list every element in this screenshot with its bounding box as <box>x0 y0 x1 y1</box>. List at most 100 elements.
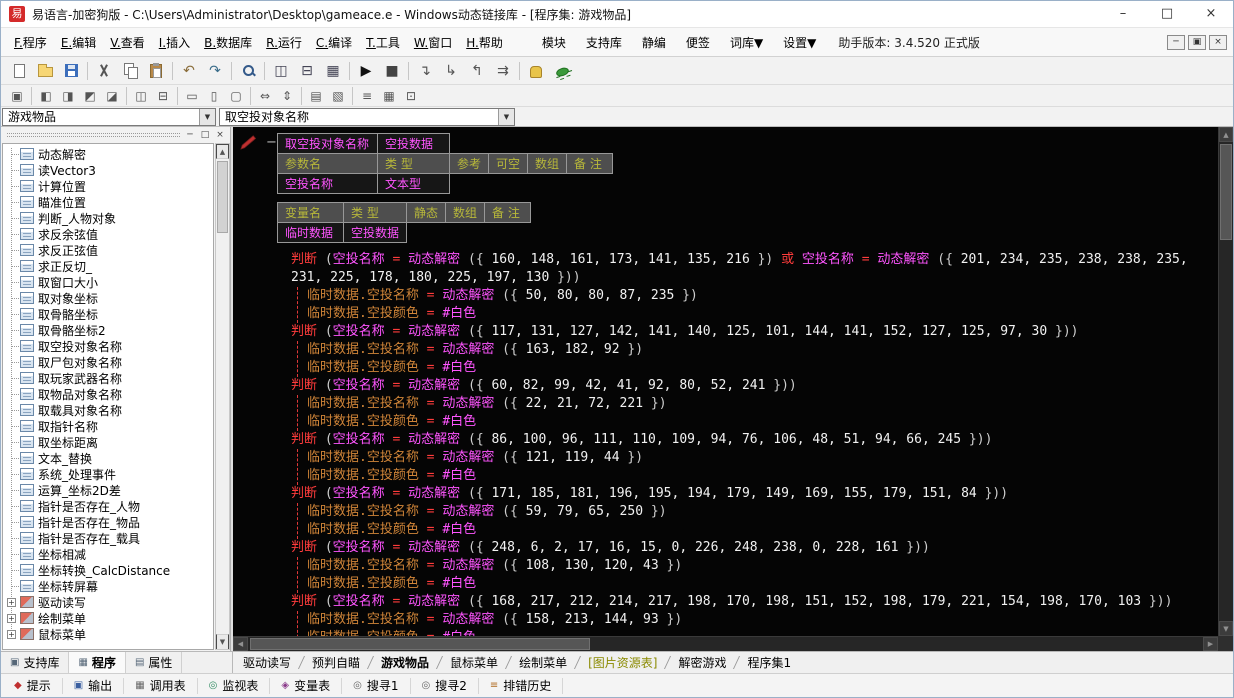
scroll-thumb[interactable] <box>250 638 590 650</box>
tree-item[interactable]: 取对象坐标 <box>5 290 213 306</box>
tree-item[interactable]: 坐标转屏幕 <box>5 578 213 594</box>
menu-item[interactable]: F.程序 <box>7 30 54 55</box>
code-line[interactable]: 临时数据.空投颜色 = #白色 <box>307 467 1214 485</box>
tree-item[interactable]: 坐标转换_CalcDistance <box>5 562 213 578</box>
tree-item[interactable]: 取载具对象名称 <box>5 402 213 418</box>
tree-item[interactable]: 运算_坐标2D差 <box>5 482 213 498</box>
scroll-down-button[interactable]: ▼ <box>216 634 229 649</box>
expand-icon[interactable]: + <box>7 614 16 623</box>
tree-item[interactable]: 计算位置 <box>5 178 213 194</box>
code-line[interactable]: 判断 (空投名称 = 动态解密 ({ 168, 217, 212, 214, 2… <box>277 593 1214 611</box>
stop-button[interactable]: ■ <box>379 59 405 83</box>
code-line[interactable]: 临时数据.空投颜色 = #白色 <box>307 629 1214 636</box>
tree-group[interactable]: +绘制菜单 <box>5 610 213 626</box>
code-tab[interactable]: 游戏物品 <box>371 652 439 673</box>
code-tab[interactable]: [图片资源表] <box>578 652 667 673</box>
scroll-left-button[interactable]: ◀ <box>233 637 248 651</box>
menu-item[interactable]: I.插入 <box>152 30 197 55</box>
tree-scrollbar[interactable]: ▲ ▼ <box>215 143 230 650</box>
code-line[interactable]: 临时数据.空投颜色 = #白色 <box>307 413 1214 431</box>
table-cell[interactable]: 备 注 <box>485 203 531 223</box>
table-cell[interactable]: 参数名 <box>278 154 378 174</box>
table-cell[interactable]: 静态 <box>407 203 446 223</box>
menu-item[interactable]: B.数据库 <box>197 30 259 55</box>
code-line[interactable]: 临时数据.空投名称 = 动态解密 ({ 50, 80, 80, 87, 235 … <box>307 287 1214 305</box>
scroll-down-button[interactable]: ▼ <box>1219 621 1233 636</box>
form-designer-button[interactable]: ▣ <box>6 86 28 105</box>
same-width-button[interactable]: ▭ <box>181 86 203 105</box>
editor-hscrollbar[interactable]: ◀ ▶ <box>233 636 1218 651</box>
code-line[interactable]: 判断 (空投名称 = 动态解密 ({ 86, 100, 96, 111, 110… <box>277 431 1214 449</box>
table-cell[interactable]: 类 型 <box>378 154 450 174</box>
code-line[interactable]: 判断 (空投名称 = 动态解密 ({ 160, 148, 161, 173, 1… <box>277 251 1214 287</box>
child-restore-button[interactable]: ▣ <box>1188 35 1206 50</box>
scroll-right-button[interactable]: ▶ <box>1203 637 1218 651</box>
open-file-button[interactable] <box>32 59 58 83</box>
find-button[interactable] <box>235 59 261 83</box>
code-line[interactable]: 临时数据.空投颜色 = #白色 <box>307 575 1214 593</box>
save-button[interactable] <box>58 59 84 83</box>
scroll-up-button[interactable]: ▲ <box>1219 127 1233 142</box>
tree-item[interactable]: 动态解密 <box>5 146 213 162</box>
code-tab[interactable]: 驱动读写 <box>233 652 301 673</box>
paste-button[interactable] <box>143 59 169 83</box>
error-history-panel[interactable]: ≡排错历史 <box>479 678 563 694</box>
child-close-button[interactable]: × <box>1209 35 1227 50</box>
code-line[interactable]: 判断 (空投名称 = 动态解密 ({ 248, 6, 2, 17, 16, 15… <box>277 539 1214 557</box>
step-over-button[interactable]: ↳ <box>438 59 464 83</box>
tab-properties[interactable]: ▤属性 <box>126 652 182 673</box>
tree-item[interactable]: 取空投对象名称 <box>5 338 213 354</box>
code-line[interactable]: 临时数据.空投颜色 = #白色 <box>307 359 1214 377</box>
split-horizontal-button[interactable]: ⊟ <box>294 59 320 83</box>
tree-item[interactable]: 坐标相减 <box>5 546 213 562</box>
search2-panel[interactable]: ◎搜寻2 <box>411 678 479 694</box>
menu-item[interactable]: H.帮助 <box>459 30 510 55</box>
code-tab[interactable]: 程序集1 <box>737 652 801 673</box>
code-tab[interactable]: 解密游戏 <box>668 652 736 673</box>
code-line[interactable]: 临时数据.空投名称 = 动态解密 ({ 59, 79, 65, 250 }) <box>307 503 1214 521</box>
chevron-down-icon[interactable]: ▼ <box>199 109 215 125</box>
code-line[interactable]: 临时数据.空投名称 = 动态解密 ({ 121, 119, 44 }) <box>307 449 1214 467</box>
editor-content[interactable]: 取空投对象名称空投数据参数名类 型参考可空数组备 注空投名称文本型变量名类 型静… <box>233 127 1218 636</box>
run-to-cursor-button[interactable]: ⇉ <box>490 59 516 83</box>
tree-item[interactable]: 取物品对象名称 <box>5 386 213 402</box>
plugin-menu-item[interactable]: 设置▼ <box>773 30 826 55</box>
tree-item[interactable]: 指针是否存在_人物 <box>5 498 213 514</box>
code-line[interactable]: 判断 (空投名称 = 动态解密 ({ 60, 82, 99, 42, 41, 9… <box>277 377 1214 395</box>
pause-button[interactable] <box>523 59 549 83</box>
code-line[interactable]: 临时数据.空投名称 = 动态解密 ({ 158, 213, 144, 93 }) <box>307 611 1214 629</box>
code-line[interactable]: 临时数据.空投名称 = 动态解密 ({ 108, 130, 120, 43 }) <box>307 557 1214 575</box>
table-cell[interactable]: 备 注 <box>567 154 613 174</box>
tree-group[interactable]: +鼠标菜单 <box>5 626 213 642</box>
table-cell[interactable]: 可空 <box>489 154 528 174</box>
tree-group[interactable]: +驱动读写 <box>5 594 213 610</box>
table-cell[interactable]: 空投名称 <box>278 174 378 194</box>
tree-item[interactable]: 系统_处理事件 <box>5 466 213 482</box>
tree-item[interactable]: 取玩家武器名称 <box>5 370 213 386</box>
code-line[interactable]: 判断 (空投名称 = 动态解密 ({ 171, 185, 181, 196, 1… <box>277 485 1214 503</box>
panel-grip[interactable] <box>7 133 180 137</box>
send-to-back-button[interactable]: ▧ <box>327 86 349 105</box>
split-vertical-button[interactable]: ◫ <box>268 59 294 83</box>
align-right-button[interactable]: ◨ <box>57 86 79 105</box>
tab-program[interactable]: ▦程序 <box>69 652 125 673</box>
cut-button[interactable] <box>91 59 117 83</box>
minimize-button[interactable]: – <box>1101 1 1145 27</box>
subroutine-selector[interactable]: 取空投对象名称 ▼ <box>219 108 515 126</box>
redo-button[interactable]: ↷ <box>202 59 228 83</box>
align-top-button[interactable]: ◩ <box>79 86 101 105</box>
tab-support-lib[interactable]: ▣支持库 <box>1 652 69 673</box>
copy-button[interactable] <box>117 59 143 83</box>
table-cell[interactable]: 数组 <box>528 154 567 174</box>
align-bottom-button[interactable]: ◪ <box>101 86 123 105</box>
table-cell[interactable]: 参考 <box>450 154 489 174</box>
tree-item[interactable]: 取骨骼坐标 <box>5 306 213 322</box>
collapse-toggle[interactable]: − <box>266 136 277 149</box>
tree-item[interactable]: 瞄准位置 <box>5 194 213 210</box>
show-grid-button[interactable]: ▦ <box>378 86 400 105</box>
code-line[interactable]: 临时数据.空投颜色 = #白色 <box>307 305 1214 323</box>
undo-button[interactable]: ↶ <box>176 59 202 83</box>
table-cell[interactable]: 空投数据 <box>344 223 407 243</box>
step-out-button[interactable]: ↰ <box>464 59 490 83</box>
menu-item[interactable]: R.运行 <box>259 30 309 55</box>
